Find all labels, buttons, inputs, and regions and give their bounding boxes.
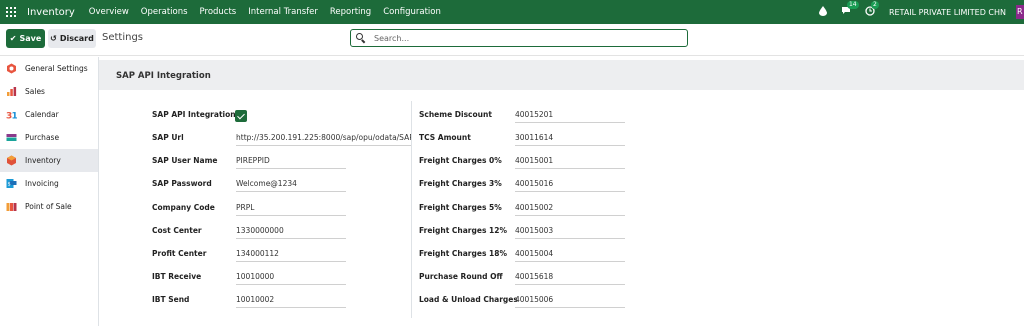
messages-badge: 14 <box>846 1 859 9</box>
sidebar-item-point-of-sale[interactable]: Point of Sale <box>0 195 98 218</box>
sidebar-item-invoicing[interactable]: $ Invoicing <box>0 172 98 195</box>
freight-charges-18-input[interactable]: 40015004 <box>515 249 625 262</box>
calendar-icon: 31 <box>6 112 18 121</box>
settings-sidebar: General Settings Sales 31 Calendar Purch… <box>0 57 99 326</box>
sidebar-item-label: Purchase <box>25 133 60 142</box>
sidebar-item-purchase[interactable]: Purchase <box>0 126 98 149</box>
sidebar-item-label: Point of Sale <box>25 202 72 211</box>
freight-charges-0-input[interactable]: 40015001 <box>515 156 625 169</box>
sap-api-integration-checkbox[interactable] <box>235 110 247 122</box>
general-settings-icon <box>7 63 16 74</box>
field-label-cost-center: Cost Center <box>152 226 202 235</box>
field-label-freight-charges-18: Freight Charges 18% <box>419 249 507 258</box>
field-label-scheme-discount: Scheme Discount <box>419 110 492 119</box>
sap-url-input[interactable]: http://35.200.191.225:8000/sap/opu/odata… <box>236 133 411 146</box>
svg-text:$: $ <box>8 182 11 188</box>
purchase-round-off-input[interactable]: 40015618 <box>515 272 625 285</box>
debug-drop-icon[interactable] <box>818 5 827 19</box>
sidebar-item-label: Sales <box>25 87 45 96</box>
app-name[interactable]: Inventory <box>27 7 75 18</box>
purchase-icon <box>6 134 17 141</box>
sidebar-item-calendar[interactable]: 31 Calendar <box>0 103 98 126</box>
field-label-load-unload-charges: Load & Unload Charges <box>419 295 518 304</box>
menu-products[interactable]: Products <box>200 7 237 17</box>
field-label-freight-charges-12: Freight Charges 12% <box>419 226 507 235</box>
company-switcher[interactable]: RETAIL PRIVATE LIMITED CHN <box>889 8 1006 17</box>
ibt-send-input[interactable]: 10010002 <box>236 295 346 308</box>
field-label-ibt-receive: IBT Receive <box>152 272 202 281</box>
freight-charges-3-input[interactable]: 40015016 <box>515 179 625 192</box>
sidebar-item-general-settings[interactable]: General Settings <box>0 57 98 80</box>
menu-operations[interactable]: Operations <box>141 7 188 17</box>
freight-charges-12-input[interactable]: 40015003 <box>515 226 625 239</box>
tcs-amount-input[interactable]: 30011614 <box>515 133 625 146</box>
field-label-tcs-amount: TCS Amount <box>419 133 471 142</box>
field-label-sap-user-name: SAP User Name <box>152 156 218 165</box>
menu-overview[interactable]: Overview <box>89 7 129 17</box>
search-icon <box>356 33 366 44</box>
discard-button[interactable]: ↺ Discard <box>48 29 96 48</box>
field-label-company-code: Company Code <box>152 203 215 212</box>
invoicing-icon: $ <box>6 179 17 188</box>
point-of-sale-icon <box>6 203 17 211</box>
discard-label: Discard <box>59 34 94 43</box>
menu-configuration[interactable]: Configuration <box>383 7 441 17</box>
page-title: Settings <box>102 32 144 43</box>
activities-clock-icon[interactable]: 2 <box>865 0 879 19</box>
load-unload-charges-input[interactable]: 40015006 <box>515 295 625 308</box>
messages-icon[interactable]: 14 <box>841 1 859 18</box>
search-input[interactable] <box>374 33 674 43</box>
scheme-discount-input[interactable]: 40015201 <box>515 110 625 123</box>
company-code-input[interactable]: PRPL <box>236 203 346 216</box>
field-label-freight-charges-5: Freight Charges 5% <box>419 203 502 212</box>
save-label: Save <box>19 34 42 43</box>
undo-icon: ↺ <box>50 34 57 43</box>
field-label-ibt-send: IBT Send <box>152 295 190 304</box>
sidebar-item-label: Calendar <box>25 110 59 119</box>
field-label-freight-charges-3: Freight Charges 3% <box>419 179 502 188</box>
column-divider <box>411 101 412 318</box>
cost-center-input[interactable]: 1330000000 <box>236 226 346 239</box>
field-label-profit-center: Profit Center <box>152 249 207 258</box>
svg-text:1: 1 <box>12 112 18 121</box>
section-header: SAP API Integration <box>99 60 1024 90</box>
activities-badge: 2 <box>870 0 879 9</box>
save-button[interactable]: ✔ Save <box>6 29 45 48</box>
profit-center-input[interactable]: 134000112 <box>236 249 346 262</box>
search-bar[interactable] <box>350 29 688 47</box>
check-icon: ✔ <box>9 34 17 43</box>
ibt-receive-input[interactable]: 10010000 <box>236 272 346 285</box>
sales-icon <box>7 87 17 96</box>
menu-internal-transfer[interactable]: Internal Transfer <box>248 7 318 17</box>
field-label-sap-password: SAP Password <box>152 179 212 188</box>
menu-reporting[interactable]: Reporting <box>330 7 371 17</box>
section-title: SAP API Integration <box>116 71 211 81</box>
control-panel: ✔ Save ↺ Discard Settings <box>0 24 1024 56</box>
freight-charges-5-input[interactable]: 40015002 <box>515 203 625 216</box>
field-label-sap-url: SAP Url <box>152 133 184 142</box>
sidebar-item-sales[interactable]: Sales <box>0 80 98 103</box>
field-label-purchase-round-off: Purchase Round Off <box>419 272 503 281</box>
sidebar-item-label: Inventory <box>25 156 61 165</box>
top-navbar: Inventory Overview Operations Products I… <box>0 0 1024 24</box>
field-label-sap-api-integration: SAP API Integration <box>152 110 236 119</box>
sap-password-input[interactable]: Welcome@1234 <box>236 179 346 192</box>
sidebar-item-inventory[interactable]: Inventory <box>0 149 98 172</box>
sap-user-name-input[interactable]: PIREPPID <box>236 156 346 169</box>
inventory-icon <box>7 155 16 166</box>
field-label-freight-charges-0: Freight Charges 0% <box>419 156 502 165</box>
sidebar-item-label: Invoicing <box>25 179 59 188</box>
sidebar-item-label: General Settings <box>25 64 88 73</box>
apps-menu-icon[interactable] <box>6 7 16 17</box>
user-avatar[interactable]: R <box>1016 5 1024 19</box>
